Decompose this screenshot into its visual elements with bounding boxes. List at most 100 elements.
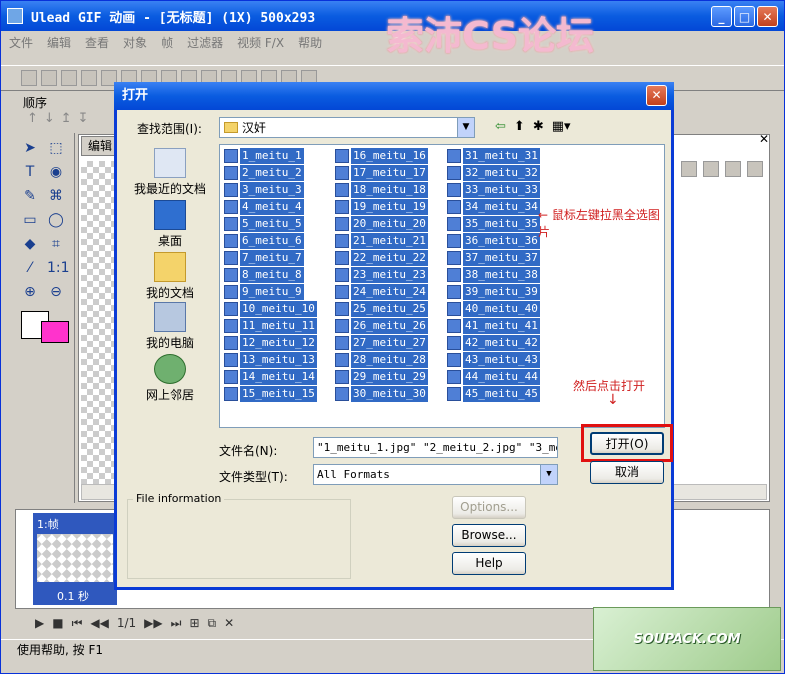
stop-icon[interactable]: ■ (52, 616, 63, 630)
eye-tool-icon[interactable]: ◉ (47, 163, 65, 181)
maximize-button[interactable]: □ (734, 6, 755, 27)
file-item[interactable]: 34_meitu_34 (447, 199, 540, 215)
file-item[interactable]: 24_meitu_24 (335, 284, 428, 300)
file-item[interactable]: 35_meitu_35 (447, 216, 540, 232)
file-item[interactable]: 21_meitu_21 (335, 233, 428, 249)
file-item[interactable]: 31_meitu_31 (447, 148, 540, 164)
crop-tool-icon[interactable]: ⌗ (47, 235, 65, 253)
file-item[interactable]: 7_meitu_7 (224, 250, 304, 266)
file-item[interactable]: 26_meitu_26 (335, 318, 428, 334)
export-icon[interactable] (81, 70, 97, 86)
eyedropper-tool-icon[interactable]: ⁄ (21, 259, 39, 277)
file-item[interactable]: 14_meitu_14 (224, 369, 317, 385)
file-item[interactable]: 2_meitu_2 (224, 165, 304, 181)
file-item[interactable]: 5_meitu_5 (224, 216, 304, 232)
back-icon[interactable]: ⇦ (495, 119, 506, 134)
file-item[interactable]: 27_meitu_27 (335, 335, 428, 351)
new-file-icon[interactable] (21, 70, 37, 86)
menu-item[interactable]: 编辑 (47, 34, 71, 51)
file-item[interactable]: 44_meitu_44 (447, 369, 540, 385)
cancel-button[interactable]: 取消 (590, 461, 664, 484)
background-color-swatch[interactable] (41, 321, 69, 343)
file-item[interactable]: 41_meitu_41 (447, 318, 540, 334)
save-icon[interactable] (61, 70, 77, 86)
file-item[interactable]: 25_meitu_25 (335, 301, 428, 317)
delete-icon[interactable] (725, 161, 741, 177)
place-desktop[interactable]: 桌面 (125, 200, 215, 249)
place-my-computer[interactable]: 我的电脑 (125, 302, 215, 351)
ellipse-tool-icon[interactable]: ◯ (47, 211, 65, 229)
lasso-tool-icon[interactable]: ⌘ (47, 187, 65, 205)
menu-item[interactable]: 帧 (161, 34, 173, 51)
eraser-tool-icon[interactable]: ▭ (21, 211, 39, 229)
order-arrows[interactable]: ↑↓↥↧ (27, 111, 95, 126)
menu-item[interactable]: 查看 (85, 34, 109, 51)
up-folder-icon[interactable]: ⬆ (514, 119, 525, 134)
file-item[interactable]: 4_meitu_4 (224, 199, 304, 215)
file-item[interactable]: 37_meitu_37 (447, 250, 540, 266)
play-icon[interactable]: ▶ (35, 616, 44, 630)
file-item[interactable]: 11_meitu_11 (224, 318, 317, 334)
file-item[interactable]: 19_meitu_19 (335, 199, 428, 215)
prev-frame-icon[interactable]: ◀◀ (90, 616, 108, 630)
look-in-dropdown[interactable]: 汉奸 ▼ (219, 117, 475, 138)
minimize-button[interactable]: _ (711, 6, 732, 27)
place-network[interactable]: 网上邻居 (125, 354, 215, 403)
view-menu-icon[interactable]: ▦▾ (552, 119, 571, 134)
menu-item[interactable]: 帮助 (298, 34, 322, 51)
file-item[interactable]: 28_meitu_28 (335, 352, 428, 368)
options-button[interactable]: Options... (452, 496, 526, 519)
menu-item[interactable]: 对象 (123, 34, 147, 51)
file-item[interactable]: 43_meitu_43 (447, 352, 540, 368)
chevron-down-icon[interactable]: ▼ (457, 118, 474, 137)
file-item[interactable]: 8_meitu_8 (224, 267, 304, 283)
pointer-tool-icon[interactable]: ➤ (21, 139, 39, 157)
file-item[interactable]: 13_meitu_13 (224, 352, 317, 368)
delete-frame-icon[interactable]: ✕ (224, 616, 234, 630)
first-frame-icon[interactable]: ⏮ (72, 616, 83, 631)
file-item[interactable]: 45_meitu_45 (447, 386, 540, 402)
file-item[interactable]: 29_meitu_29 (335, 369, 428, 385)
panel-close-icon[interactable]: ✕ (759, 132, 769, 146)
file-item[interactable]: 15_meitu_15 (224, 386, 317, 402)
file-item[interactable]: 30_meitu_30 (335, 386, 428, 402)
place-my-documents[interactable]: 我的文档 (125, 252, 215, 301)
file-item[interactable]: 18_meitu_18 (335, 182, 428, 198)
file-item[interactable]: 39_meitu_39 (447, 284, 540, 300)
close-button[interactable]: ✕ (757, 6, 778, 27)
actual-size-icon[interactable]: 1:1 (47, 259, 70, 277)
file-item[interactable]: 23_meitu_23 (335, 267, 428, 283)
next-frame-icon[interactable]: ▶▶ (144, 616, 162, 630)
file-item[interactable]: 17_meitu_17 (335, 165, 428, 181)
file-item[interactable]: 22_meitu_22 (335, 250, 428, 266)
text-tool-icon[interactable]: T (21, 163, 39, 181)
file-item[interactable]: 42_meitu_42 (447, 335, 540, 351)
open-file-icon[interactable] (41, 70, 57, 86)
new-folder-icon[interactable]: ✱ (533, 119, 544, 134)
file-item[interactable]: 40_meitu_40 (447, 301, 540, 317)
properties-icon[interactable] (747, 161, 763, 177)
file-item[interactable]: 33_meitu_33 (447, 182, 540, 198)
zoom-in-icon[interactable]: ⊕ (21, 283, 39, 301)
file-item[interactable]: 38_meitu_38 (447, 267, 540, 283)
file-item[interactable]: 32_meitu_32 (447, 165, 540, 181)
fill-tool-icon[interactable]: ◆ (21, 235, 39, 253)
object-icon-1[interactable] (681, 161, 697, 177)
filetype-dropdown[interactable]: All Formats ▼ (313, 464, 558, 485)
chevron-down-icon[interactable]: ▼ (540, 465, 557, 484)
dialog-close-button[interactable]: ✕ (646, 85, 667, 106)
menu-item[interactable]: 文件 (9, 34, 33, 51)
file-item[interactable]: 10_meitu_10 (224, 301, 317, 317)
file-item[interactable]: 3_meitu_3 (224, 182, 304, 198)
file-item[interactable]: 9_meitu_9 (224, 284, 304, 300)
zoom-out-icon[interactable]: ⊖ (47, 283, 65, 301)
filename-field[interactable]: "1_meitu_1.jpg" "2_meitu_2.jpg" "3_me (313, 437, 558, 458)
marquee-tool-icon[interactable]: ⬚ (47, 139, 65, 157)
browse-button[interactable]: Browse... (452, 524, 526, 547)
file-item[interactable]: 20_meitu_20 (335, 216, 428, 232)
file-item[interactable]: 12_meitu_12 (224, 335, 317, 351)
place-recent[interactable]: 我最近的文档 (125, 148, 215, 197)
add-frame-icon[interactable]: ⊞ (189, 616, 199, 630)
file-item[interactable]: 1_meitu_1 (224, 148, 304, 164)
last-frame-icon[interactable]: ⏭ (171, 616, 182, 631)
